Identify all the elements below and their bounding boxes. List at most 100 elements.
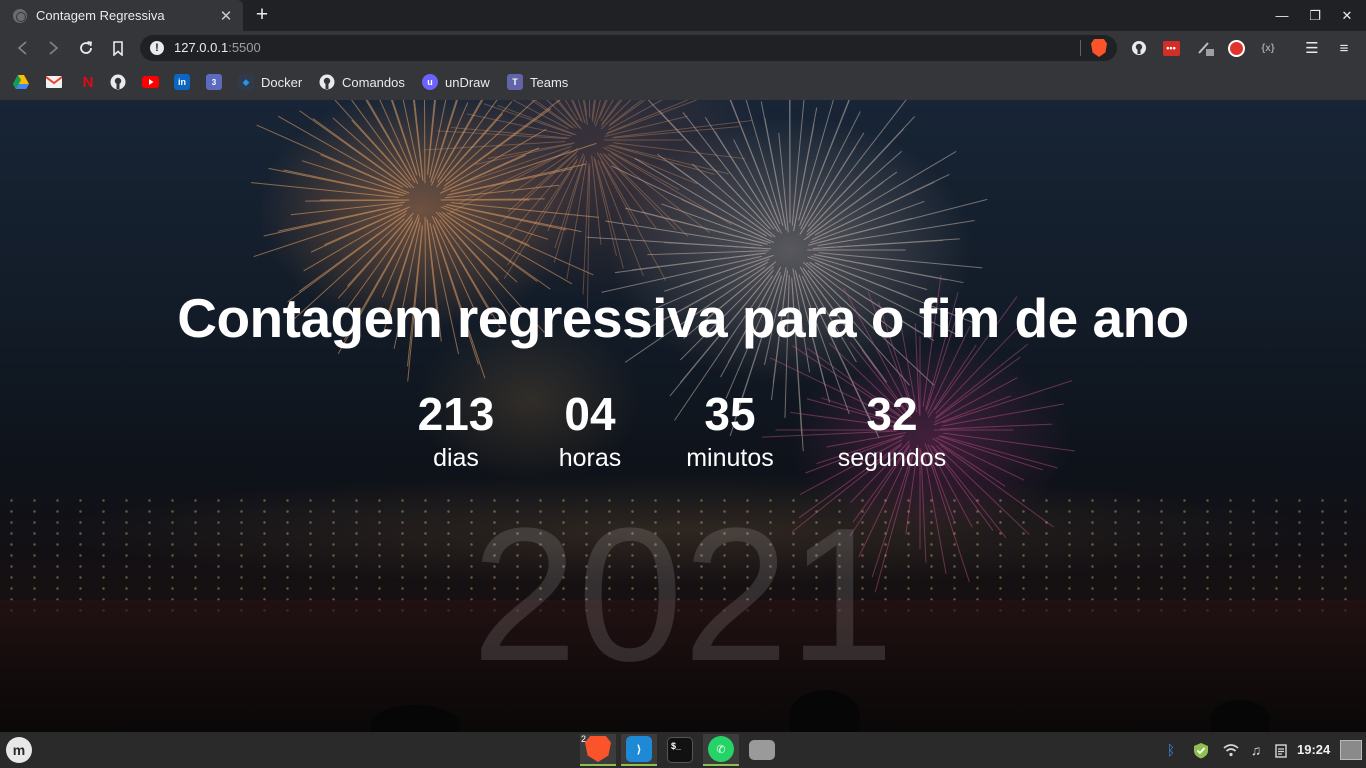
url-text[interactable]: 127.0.0.1:5500 — [174, 40, 261, 55]
taskbar-terminal[interactable]: $_ — [662, 734, 698, 766]
firework-streak — [584, 100, 588, 116]
firework-streak — [800, 132, 865, 233]
firework-streak — [760, 101, 787, 228]
firework-streak — [499, 152, 577, 224]
firework-streak — [730, 100, 781, 225]
bookmark-comandos[interactable]: Comandos — [319, 73, 405, 91]
forward-button[interactable] — [41, 35, 67, 61]
url-port: :5500 — [228, 40, 261, 55]
shield-icon[interactable] — [1192, 741, 1210, 759]
back-arrow-icon — [17, 41, 27, 55]
close-window-button[interactable]: ✕ — [1331, 0, 1363, 31]
url-host: 127.0.0.1 — [174, 40, 229, 55]
github-extension-icon[interactable] — [1129, 38, 1149, 58]
firework-streak — [604, 115, 688, 137]
firework-streak — [682, 112, 775, 230]
firework-streak — [604, 154, 689, 238]
terminal-icon: $_ — [667, 737, 693, 763]
brave-shields-icon[interactable] — [1091, 39, 1107, 57]
bookmark-button[interactable] — [105, 35, 131, 61]
firework-streak — [600, 100, 623, 127]
bookmark-google-drive[interactable] — [13, 73, 29, 91]
bookmark-netflix[interactable]: N — [80, 73, 96, 91]
vscode-icon: ⟩ — [626, 736, 652, 762]
menu-icon[interactable]: ≡ — [1334, 38, 1354, 58]
bookmark-linkedin[interactable]: in — [174, 73, 190, 91]
firework-streak — [714, 130, 780, 233]
firework-streak — [379, 100, 419, 185]
firework-streak — [430, 102, 469, 186]
taskbar-whatsapp[interactable]: ✆ — [703, 734, 739, 766]
firework-streak — [446, 204, 567, 231]
maximize-button[interactable]: ❐ — [1299, 0, 1331, 31]
firework-streak — [631, 252, 767, 271]
bookmark-docker[interactable]: ◆ Docker — [238, 73, 302, 91]
firework-streak — [793, 124, 815, 232]
mint-menu-icon[interactable]: m — [6, 737, 32, 763]
firework-streak — [588, 100, 591, 118]
netflix-icon: N — [82, 73, 94, 91]
clipboard-icon[interactable] — [1272, 741, 1290, 759]
firework-streak — [607, 153, 710, 233]
firework-streak — [815, 254, 964, 284]
firework-streak — [582, 100, 588, 125]
show-desktop-button[interactable] — [1340, 740, 1362, 760]
firework-streak — [439, 154, 526, 194]
sound-icon[interactable]: ♫ — [1247, 741, 1265, 759]
json-extension-icon[interactable]: {x} — [1258, 38, 1278, 58]
pen-extension-icon[interactable] — [1196, 38, 1216, 58]
new-tab-button[interactable]: + — [250, 3, 274, 27]
countdown-seconds: 32 segundos — [805, 388, 979, 474]
firework-streak — [691, 163, 776, 238]
firework-streak — [450, 210, 594, 276]
countdown-hours: 04 horas — [525, 388, 655, 474]
taskbar-files[interactable] — [744, 734, 780, 766]
bookmark-calendar[interactable]: 3 — [206, 73, 222, 91]
reload-icon — [80, 41, 93, 54]
firework-streak — [443, 212, 551, 290]
bookmark-undraw[interactable]: u unDraw — [422, 73, 490, 91]
files-icon — [749, 740, 775, 760]
firework-streak — [442, 128, 547, 190]
firework-streak — [609, 100, 643, 125]
tab-close-icon[interactable]: ✕ — [215, 7, 237, 25]
bookmark-teams[interactable]: T Teams — [507, 73, 568, 91]
wifi-icon[interactable] — [1222, 741, 1240, 759]
minimize-button[interactable]: — — [1266, 0, 1298, 31]
firework-streak — [391, 100, 418, 176]
browser-tab-active[interactable]: Contagem Regressiva ✕ — [0, 0, 243, 31]
media-queue-icon[interactable]: ☰ — [1302, 38, 1322, 58]
firework-streak — [320, 154, 410, 194]
firework-streak — [483, 103, 575, 136]
bookmark-github[interactable] — [110, 73, 126, 91]
bookmark-youtube[interactable] — [142, 73, 159, 91]
firework-streak — [593, 157, 617, 257]
firework-streak — [599, 152, 657, 229]
firework-streak — [365, 100, 415, 182]
tab-strip: Contagem Regressiva ✕ + — ❐ ✕ — [0, 0, 1366, 31]
taskbar-vscode[interactable]: ⟩ — [621, 734, 657, 766]
firework-streak — [555, 100, 580, 129]
back-button[interactable] — [9, 35, 35, 61]
address-bar[interactable]: ! 127.0.0.1:5500 — [140, 35, 1117, 61]
page-title: Contagem regressiva para o fim de ano — [177, 287, 1189, 349]
tab-title: Contagem Regressiva — [36, 8, 165, 23]
bookmark-icon — [113, 40, 123, 56]
firework-streak — [445, 184, 560, 199]
bookmark-gmail[interactable] — [46, 73, 62, 91]
bluetooth-icon[interactable]: ᛒ — [1162, 741, 1180, 759]
reload-button[interactable] — [73, 35, 99, 61]
firework-streak — [608, 100, 663, 131]
seconds-value: 32 — [866, 388, 918, 440]
firework-streak — [577, 100, 586, 124]
site-info-icon[interactable]: ! — [150, 41, 164, 55]
github-icon — [110, 74, 126, 90]
firework-streak — [350, 100, 411, 181]
firework-streak — [381, 214, 420, 298]
system-clock[interactable]: 19:24 — [1297, 742, 1330, 757]
lastpass-extension-icon[interactable]: ••• — [1161, 38, 1181, 58]
adblock-extension-icon[interactable] — [1226, 38, 1246, 58]
taskbar-brave[interactable]: 2 — [580, 734, 616, 766]
firework-streak — [466, 113, 572, 137]
firework-streak — [441, 211, 538, 282]
